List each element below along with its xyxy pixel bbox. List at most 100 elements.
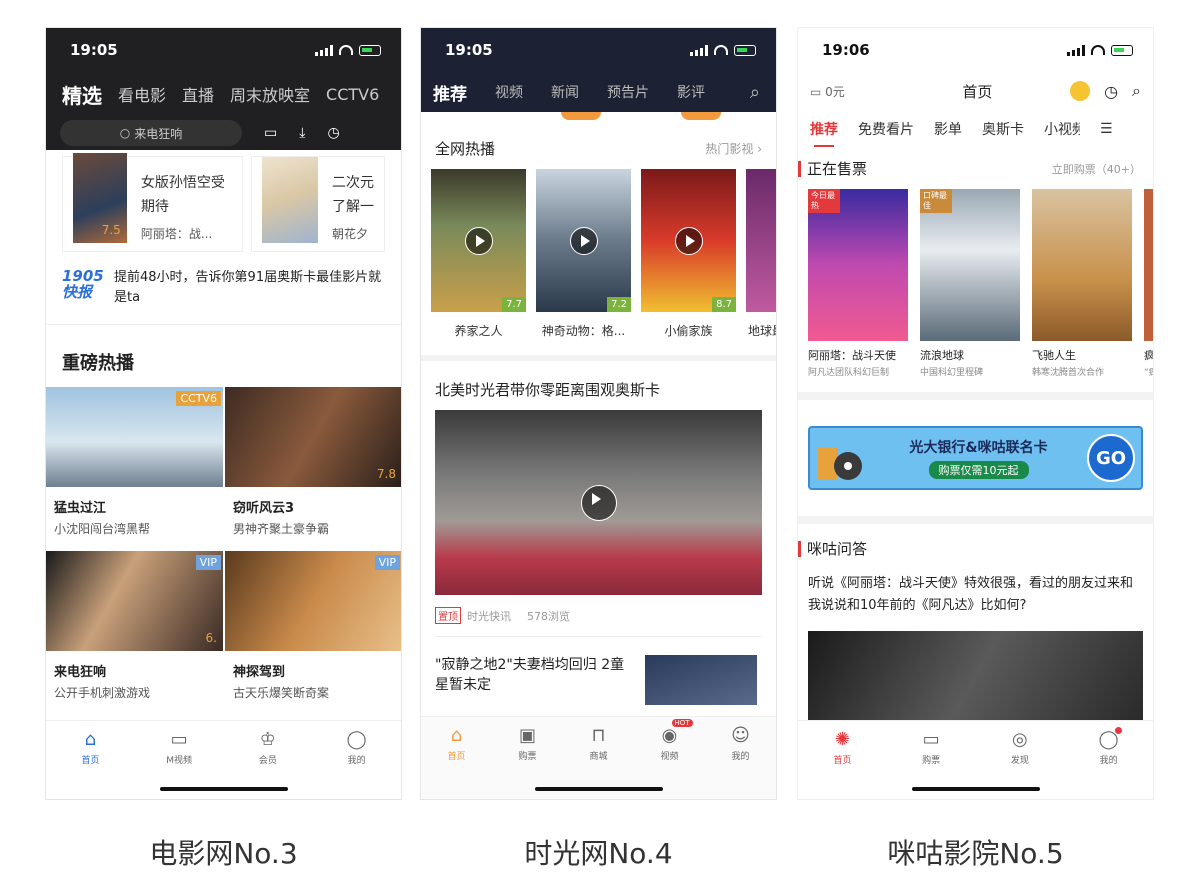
tab-ticket[interactable]: ▭ 购票: [901, 729, 961, 766]
tab-video[interactable]: 视频: [495, 82, 523, 102]
tab-discover[interactable]: ◎ 发现: [990, 729, 1050, 766]
second-article[interactable]: "寂静之地2"夫妻档均回归 2童星暂未定: [421, 637, 776, 705]
grid-item[interactable]: 7.8 窃听风云3 男神齐聚土豪争霸: [225, 387, 401, 551]
poster-card[interactable]: [746, 169, 776, 312]
card-title: 女版孙悟空受期待: [140, 175, 225, 215]
tab-free[interactable]: 免费看片: [858, 119, 914, 139]
battery-icon: [734, 44, 756, 56]
download-icon[interactable]: ⤓: [299, 125, 305, 141]
play-icon: [464, 226, 493, 255]
home-indicator: [911, 787, 1040, 791]
face-icon: ☺: [731, 725, 750, 746]
movie-card[interactable]: 飞驰人生 韩寒沈腾首次合作: [1032, 189, 1132, 378]
tab-mine[interactable]: ☺ 我的: [711, 725, 771, 762]
tab-recommend[interactable]: 推荐: [433, 80, 467, 105]
play-icon: [674, 226, 703, 255]
pinned-tag: 置顶: [435, 607, 461, 624]
tab-review[interactable]: 影评: [677, 82, 705, 102]
tab-mine[interactable]: ◯ 我的: [327, 729, 387, 766]
card-sub: 朝花夕: [332, 227, 369, 241]
vip-badge: VIP: [374, 555, 400, 570]
page-title: 首页: [962, 82, 993, 101]
feature-card[interactable]: 二次元了解一 朝花夕: [251, 156, 385, 252]
tab-live[interactable]: 直播: [182, 82, 214, 106]
header: 19:05 推荐 视频 新闻 预告片 影评 ⌕: [421, 28, 776, 112]
tab-ticket[interactable]: ▣ 购票: [498, 725, 558, 762]
caption-3: 咪咕影院No.5: [887, 837, 1064, 870]
wallet-button[interactable]: ▭ 0元: [810, 83, 845, 100]
movie-card[interactable]: 疯 “疯: [1144, 189, 1153, 378]
tab-home[interactable]: ⌂ 首页: [427, 725, 487, 762]
poster-image: [262, 157, 318, 243]
tab-home[interactable]: ⌂ 首页: [60, 729, 120, 766]
promo-banner[interactable]: 光大银行&咪咕联名卡 购票仅需10元起 GO: [808, 426, 1143, 490]
tab-movies[interactable]: 看电影: [118, 82, 166, 106]
movie-card[interactable]: 今日最热 阿丽塔：战斗天使 阿凡达团队科幻巨制: [808, 189, 908, 378]
bottom-tabbar: ✺ 首页 ▭ 购票 ◎ 发现 ◯ 我的: [798, 720, 1153, 799]
tab-oscar[interactable]: 奥斯卡: [982, 119, 1024, 139]
hot-header: 全网热播 热门影视 ›: [421, 138, 776, 159]
menu-icon[interactable]: ☰: [1100, 121, 1113, 137]
top-tabs: 推荐 免费看片 影单 奥斯卡 小视频 ☰: [798, 110, 1153, 148]
tab-recommend[interactable]: 推荐: [810, 119, 838, 147]
tab-lists[interactable]: 影单: [934, 119, 962, 139]
tab-mvideo[interactable]: ▭ M视频: [149, 729, 209, 766]
news-item[interactable]: 1905快报 提前48小时，告诉你第91届奥斯卡最佳影片就是ta: [46, 252, 401, 325]
bottom-tabbar: ⌂ 首页 ▭ M视频 ♔ 会员 ◯ 我的: [46, 720, 401, 799]
tab-trailer[interactable]: 预告片: [607, 82, 649, 102]
tab-video[interactable]: HOT ◉ 视频: [640, 719, 700, 762]
card-sub: 阿丽塔：战...: [140, 227, 213, 241]
on-sale-header: 正在售票 立即购票（40+）: [798, 148, 1153, 189]
poster-card[interactable]: 7.7: [431, 169, 526, 312]
history-icon[interactable]: ◷: [327, 125, 339, 141]
crown-icon: ♔: [259, 729, 276, 750]
tab-cctv6[interactable]: CCTV6: [326, 85, 379, 104]
qa-image: [808, 631, 1143, 721]
grid-item[interactable]: CCTV6 猛虫过江 小沈阳闯台湾黑帮: [46, 387, 223, 551]
article-video[interactable]: [435, 410, 762, 595]
movie-card[interactable]: 口碑最佳 流浪地球 中国科幻里程碑: [920, 189, 1020, 378]
ticket-icon: ▣: [518, 725, 536, 746]
grid-item[interactable]: VIP 神探驾到 古天乐爆笑断奇案: [225, 551, 401, 715]
grid-image: CCTV6: [46, 387, 223, 487]
search-input[interactable]: ○ 来电狂响: [60, 120, 242, 146]
poster-image: 7.5: [73, 153, 127, 243]
tab-home[interactable]: ✺ 首页: [812, 729, 872, 766]
hot-more-link[interactable]: 热门影视 ›: [705, 140, 762, 157]
top-card-row: 7.5 女版孙悟空受期待 阿丽塔：战... 二次元了解一 朝花夕: [46, 150, 401, 252]
grid-item[interactable]: VIP 6. 来电狂响 公开手机刺激游戏: [46, 551, 223, 715]
user-icon: ◯: [346, 729, 367, 750]
status-time: 19:06: [822, 41, 870, 59]
poster-card[interactable]: 8.7: [641, 169, 736, 312]
tab-member[interactable]: ♔ 会员: [238, 729, 298, 766]
news-logo: 1905快报: [62, 267, 104, 301]
grid-image: 7.8: [225, 387, 401, 487]
caption-2: 时光网No.4: [524, 837, 673, 870]
tab-mall[interactable]: ⊓ 商城: [569, 725, 629, 762]
home-icon: ⌂: [450, 725, 463, 746]
qa-text[interactable]: 听说《阿丽塔：战斗天使》特效很强，看过的朋友过来和我说说和10年前的《阿凡达》比…: [798, 559, 1153, 617]
grid-image: VIP 6.: [46, 551, 223, 651]
message-icon[interactable]: ▭: [264, 125, 277, 141]
poster-labels: 养家之人 神奇动物：格... 小偷家族 地球最: [454, 324, 776, 338]
article-title[interactable]: 北美时光君带你零距离围观奥斯卡: [421, 361, 776, 410]
wifi-icon: [714, 45, 728, 55]
hot-title: 全网热播: [435, 140, 496, 158]
poster-card[interactable]: 7.2: [536, 169, 631, 312]
history-icon[interactable]: ◷: [1104, 82, 1118, 101]
coin-icon[interactable]: [1070, 81, 1091, 101]
search-icon[interactable]: ⌕: [1132, 81, 1141, 101]
feature-card[interactable]: 7.5 女版孙悟空受期待 阿丽塔：战...: [62, 153, 244, 252]
tab-news[interactable]: 新闻: [551, 82, 579, 102]
search-icon[interactable]: ⌕: [750, 82, 760, 103]
buy-now-link[interactable]: 立即购票（40+）: [1052, 161, 1141, 177]
status-bar: 19:05: [421, 28, 776, 72]
top-tabs: 推荐 视频 新闻 预告片 影评 ⌕: [421, 72, 776, 112]
movie-grid: CCTV6 猛虫过江 小沈阳闯台湾黑帮 7.8 窃听风云3 男神齐聚土豪争霸 V…: [46, 387, 401, 715]
tab-short-video[interactable]: 小视频: [1044, 119, 1080, 139]
status-time: 19:05: [445, 41, 493, 59]
tab-mine[interactable]: ◯ 我的: [1079, 727, 1139, 766]
tab-weekend[interactable]: 周末放映室: [230, 82, 310, 106]
tab-featured[interactable]: 精选: [62, 80, 102, 109]
go-button[interactable]: GO: [1087, 434, 1135, 482]
